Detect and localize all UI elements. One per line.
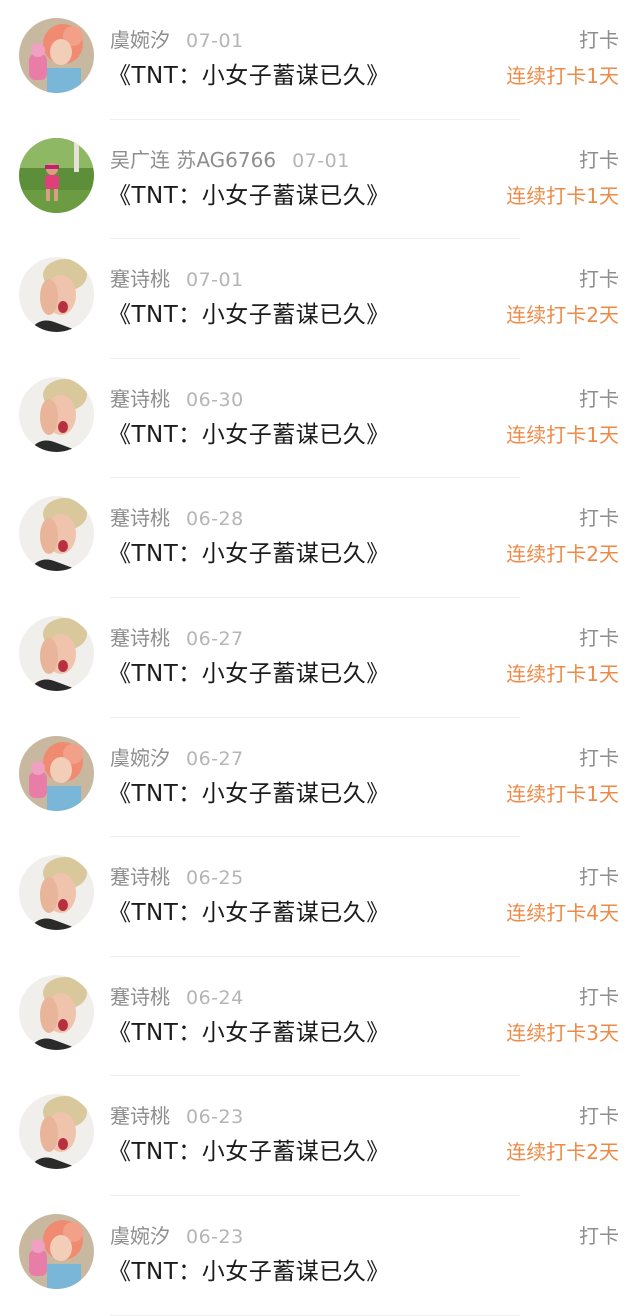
item-meta: 蹇诗桃 06-25 (110, 863, 244, 891)
streak-badge: 连续打卡1天 (506, 781, 619, 806)
checkin-label: 打卡 (579, 267, 619, 292)
avatar[interactable] (19, 735, 94, 811)
book-title[interactable]: 《TNT：小女子蓄谋已久》 (108, 1015, 390, 1051)
post-date: 06-27 (186, 627, 244, 650)
checkin-label: 打卡 (579, 865, 619, 890)
book-title[interactable]: 《TNT：小女子蓄谋已久》 (108, 1254, 390, 1290)
item-meta: 蹇诗桃 06-23 (110, 1102, 244, 1130)
streak-badge: 连续打卡1天 (506, 183, 619, 208)
list-item[interactable]: 蹇诗桃 06-27 《TNT：小女子蓄谋已久》 打卡 连续打卡1天 (0, 598, 640, 718)
book-title[interactable]: 《TNT：小女子蓄谋已久》 (108, 536, 390, 572)
avatar[interactable] (19, 376, 94, 452)
user-name[interactable]: 吴广连 苏AG6766 (110, 148, 276, 172)
avatar[interactable] (19, 257, 94, 333)
avatar[interactable] (19, 855, 94, 931)
book-title[interactable]: 《TNT：小女子蓄谋已久》 (108, 776, 390, 812)
avatar[interactable] (19, 1094, 94, 1170)
post-date: 06-23 (186, 1225, 244, 1248)
item-meta: 虞婉汐 06-27 (110, 744, 244, 772)
user-name[interactable]: 蹇诗桃 (110, 387, 170, 411)
list-item[interactable]: 蹇诗桃 06-30 《TNT：小女子蓄谋已久》 打卡 连续打卡1天 (0, 359, 640, 479)
checkin-label: 打卡 (579, 1104, 619, 1129)
checkin-label: 打卡 (579, 1223, 619, 1248)
user-name[interactable]: 虞婉汐 (110, 1224, 170, 1248)
post-date: 06-28 (186, 508, 244, 531)
book-title[interactable]: 《TNT：小女子蓄谋已久》 (108, 656, 390, 692)
book-title[interactable]: 《TNT：小女子蓄谋已久》 (108, 417, 390, 453)
checkin-label: 打卡 (579, 745, 619, 770)
avatar[interactable] (19, 137, 94, 213)
item-meta: 蹇诗桃 06-24 (110, 983, 244, 1011)
item-meta: 虞婉汐 06-23 (110, 1222, 244, 1250)
user-name[interactable]: 蹇诗桃 (110, 267, 170, 291)
streak-badge: 连续打卡4天 (506, 901, 619, 926)
post-date: 06-23 (186, 1106, 244, 1129)
post-date: 06-27 (186, 747, 244, 770)
streak-badge: 连续打卡2天 (506, 1140, 619, 1165)
list-item[interactable]: 蹇诗桃 06-28 《TNT：小女子蓄谋已久》 打卡 连续打卡2天 (0, 478, 640, 598)
item-meta: 虞婉汐 07-01 (110, 26, 244, 54)
post-date: 06-25 (186, 867, 244, 890)
book-title[interactable]: 《TNT：小女子蓄谋已久》 (108, 1134, 390, 1170)
user-name[interactable]: 蹇诗桃 (110, 506, 170, 530)
list-item[interactable]: 蹇诗桃 06-25 《TNT：小女子蓄谋已久》 打卡 连续打卡4天 (0, 837, 640, 957)
list-item[interactable]: 蹇诗桃 06-23 《TNT：小女子蓄谋已久》 打卡 连续打卡2天 (0, 1076, 640, 1196)
streak-badge: 连续打卡1天 (506, 661, 619, 686)
book-title[interactable]: 《TNT：小女子蓄谋已久》 (108, 895, 390, 931)
user-name[interactable]: 虞婉汐 (110, 28, 170, 52)
streak-badge: 连续打卡1天 (506, 64, 619, 88)
list-item[interactable]: 吴广连 苏AG6766 07-01 《TNT：小女子蓄谋已久》 打卡 连续打卡1天 (0, 120, 640, 240)
avatar[interactable] (19, 18, 94, 93)
avatar[interactable] (19, 1213, 94, 1289)
item-meta: 蹇诗桃 06-30 (110, 385, 244, 413)
user-name[interactable]: 虞婉汐 (110, 746, 170, 770)
avatar[interactable] (19, 615, 94, 691)
post-date: 06-30 (186, 388, 244, 411)
item-meta: 蹇诗桃 07-01 (110, 265, 244, 293)
streak-badge: 连续打卡1天 (506, 422, 619, 447)
user-name[interactable]: 蹇诗桃 (110, 865, 170, 889)
book-title[interactable]: 《TNT：小女子蓄谋已久》 (108, 297, 390, 333)
post-date: 06-24 (186, 986, 244, 1009)
checkin-label: 打卡 (579, 386, 619, 411)
item-meta: 吴广连 苏AG6766 07-01 (110, 146, 350, 174)
post-date: 07-01 (186, 30, 244, 52)
list-item[interactable]: 蹇诗桃 06-24 《TNT：小女子蓄谋已久》 打卡 连续打卡3天 (0, 957, 640, 1077)
post-date: 07-01 (292, 149, 350, 172)
list-item[interactable]: 虞婉汐 07-01 《TNT：小女子蓄谋已久》 打卡 连续打卡1天 (0, 0, 640, 120)
post-date: 07-01 (186, 269, 244, 292)
list-item[interactable]: 蹇诗桃 07-01 《TNT：小女子蓄谋已久》 打卡 连续打卡2天 (0, 239, 640, 359)
checkin-label: 打卡 (579, 625, 619, 650)
item-meta: 蹇诗桃 06-27 (110, 624, 244, 652)
avatar[interactable] (19, 974, 94, 1050)
row-divider (110, 1314, 520, 1316)
user-name[interactable]: 蹇诗桃 (110, 985, 170, 1009)
book-title[interactable]: 《TNT：小女子蓄谋已久》 (108, 58, 390, 94)
user-name[interactable]: 蹇诗桃 (110, 1104, 170, 1128)
item-meta: 蹇诗桃 06-28 (110, 504, 244, 532)
list-item[interactable]: 虞婉汐 06-27 《TNT：小女子蓄谋已久》 打卡 连续打卡1天 (0, 718, 640, 838)
checkin-list: 虞婉汐 07-01 《TNT：小女子蓄谋已久》 打卡 连续打卡1天 吴广连 苏AG… (0, 0, 640, 1316)
checkin-label: 打卡 (579, 984, 619, 1009)
checkin-label: 打卡 (579, 147, 619, 172)
user-name[interactable]: 蹇诗桃 (110, 626, 170, 650)
streak-badge: 连续打卡3天 (506, 1020, 619, 1045)
book-title[interactable]: 《TNT：小女子蓄谋已久》 (108, 178, 390, 214)
list-item[interactable]: 虞婉汐 06-23 《TNT：小女子蓄谋已久》 打卡 (0, 1196, 640, 1316)
checkin-label: 打卡 (579, 28, 619, 52)
avatar[interactable] (19, 496, 94, 572)
checkin-label: 打卡 (579, 506, 619, 531)
streak-badge: 连续打卡2天 (506, 542, 619, 567)
streak-badge: 连续打卡2天 (506, 303, 619, 328)
